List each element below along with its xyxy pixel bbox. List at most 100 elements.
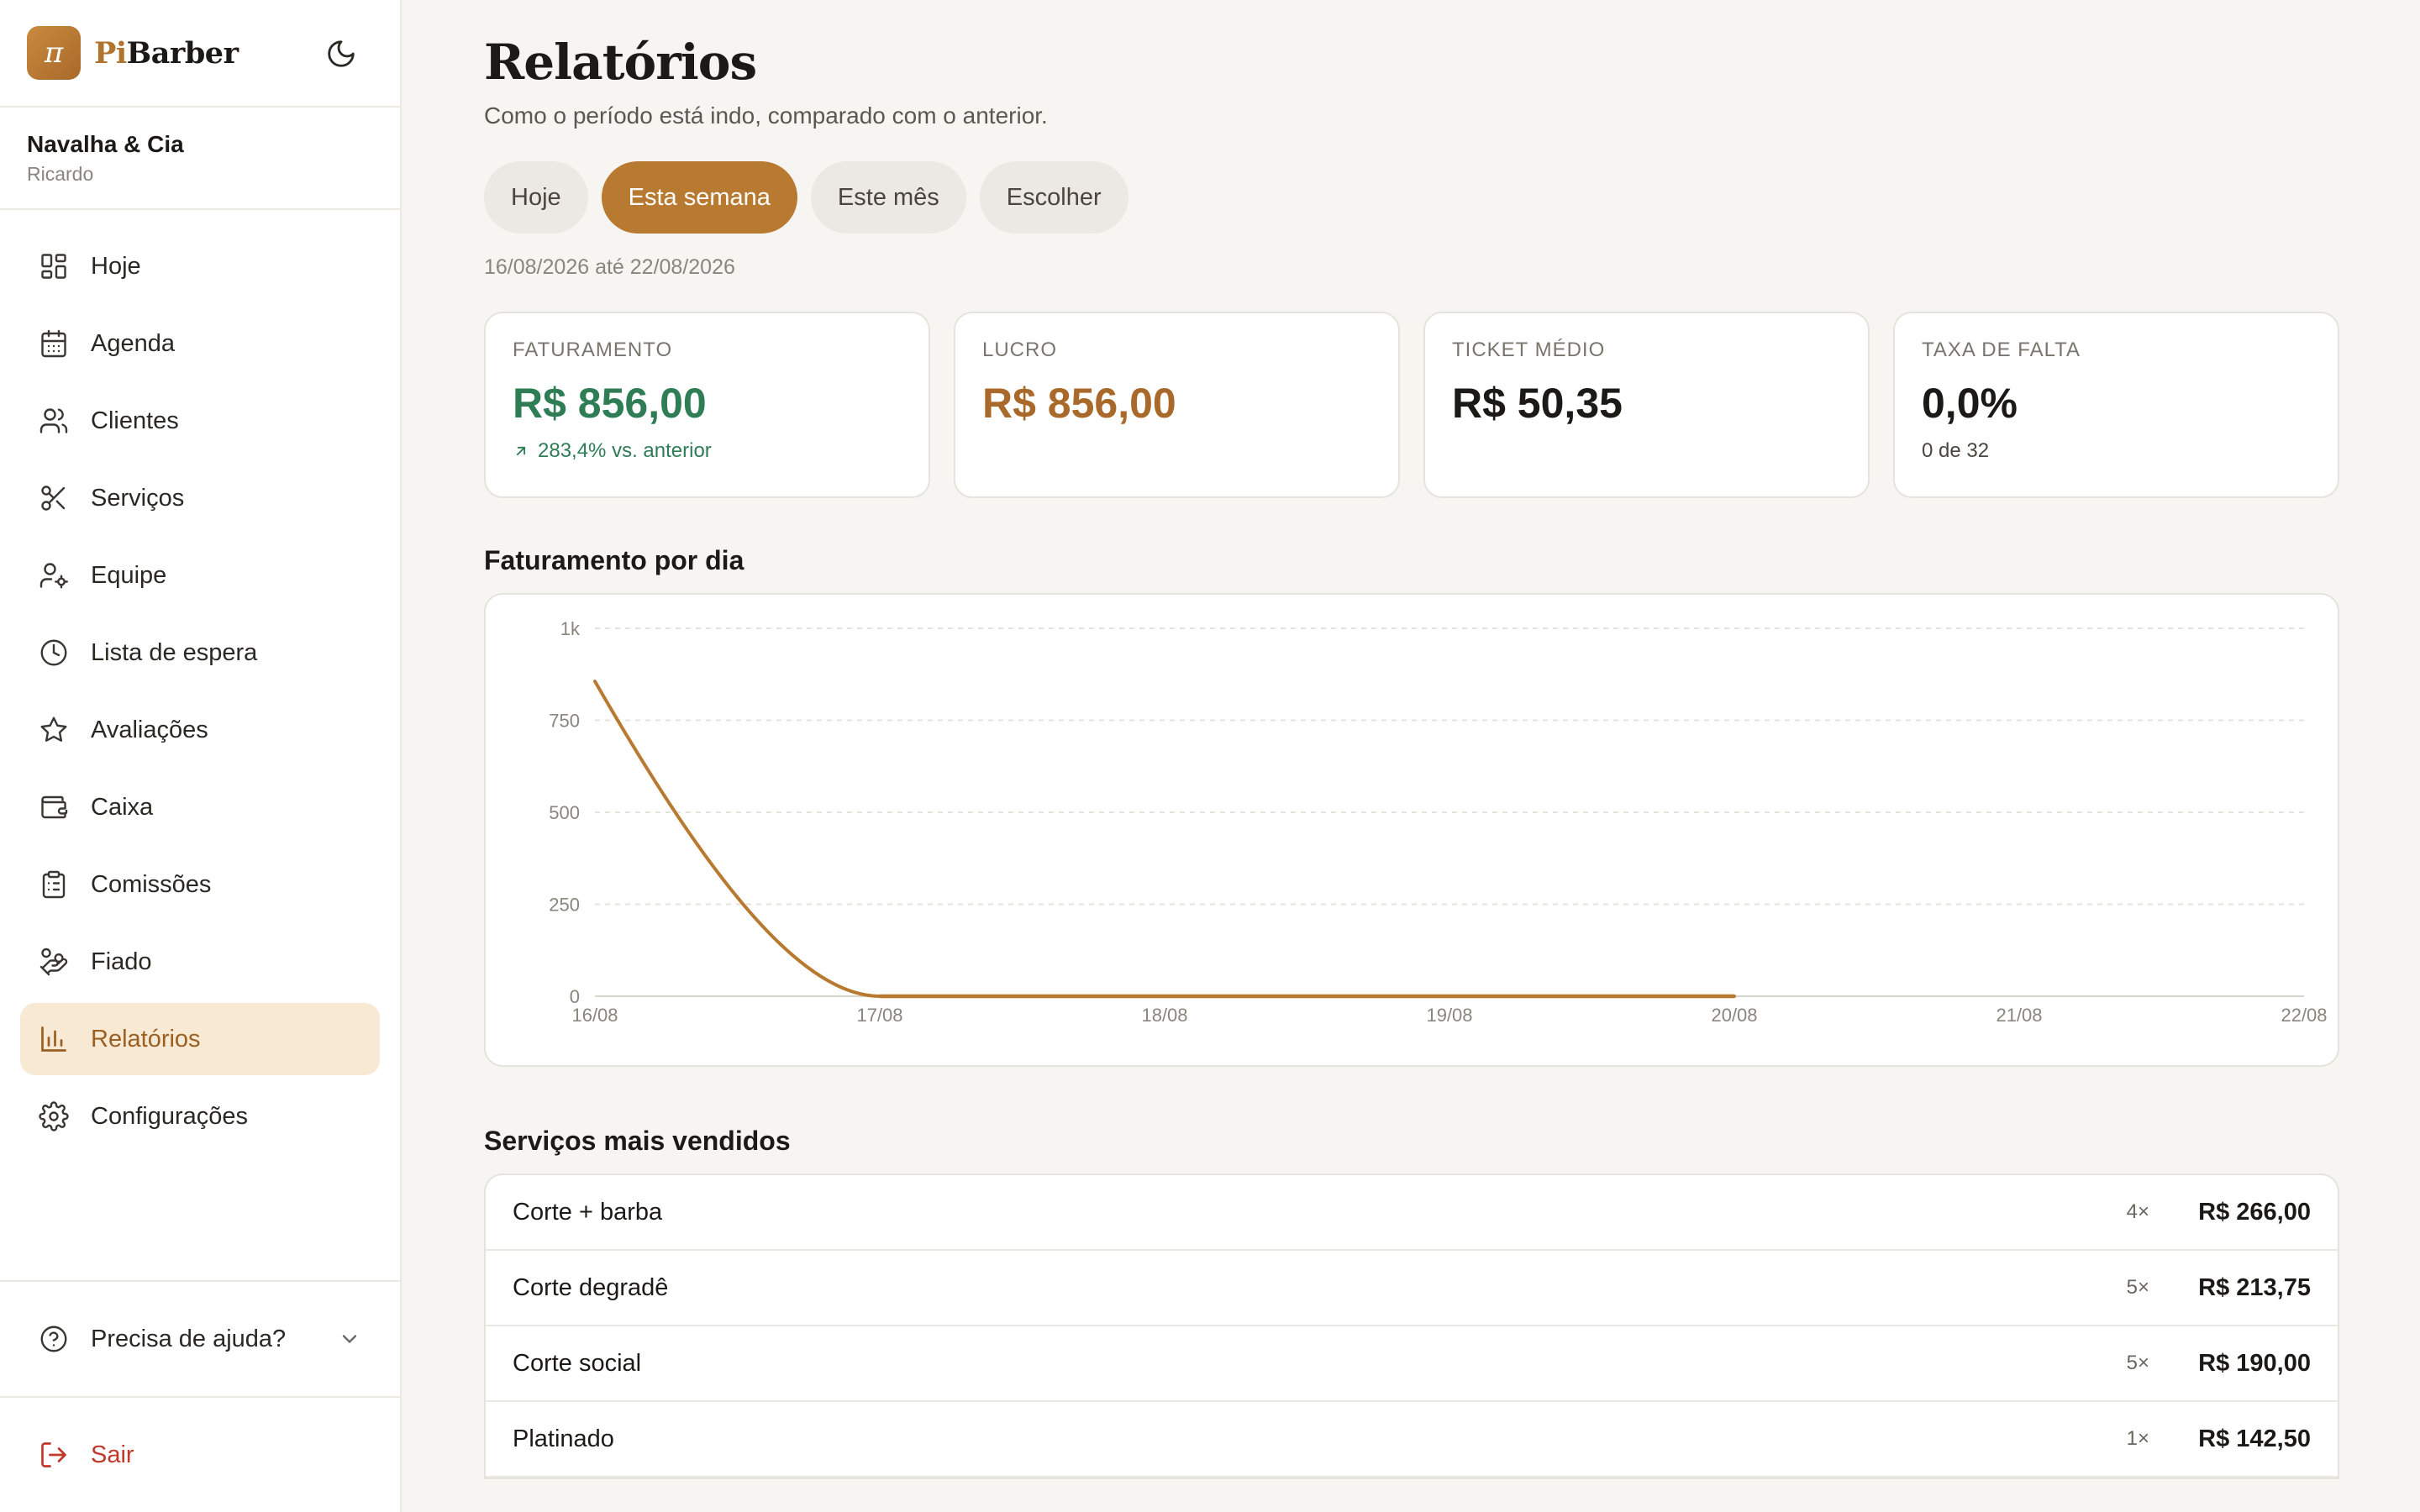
shop-info: Navalha & Cia Ricardo [0, 108, 400, 210]
sidebar-item-relatorios[interactable]: Relatórios [20, 1003, 380, 1075]
kpi-label: LUCRO [982, 339, 1058, 361]
service-qty: 4× [2126, 1200, 2149, 1223]
sidebar-item-servicos[interactable]: Serviços [20, 462, 380, 534]
sidebar-item-comissoes[interactable]: Comissões [20, 848, 380, 921]
sidebar-item-label: Hoje [91, 252, 141, 280]
sidebar-item-label: Avaliações [91, 716, 208, 743]
sidebar-item-lista-de-espera[interactable]: Lista de espera [20, 617, 380, 689]
y-tick-label: 250 [549, 895, 580, 916]
wallet-icon [41, 795, 68, 819]
table-row: Corte degradê 5× R$ 213,75 [486, 1251, 2338, 1326]
logout-button[interactable]: Sair [0, 1396, 400, 1512]
x-tick-label: 19/08 [1426, 1005, 1472, 1026]
sidebar-item-caixa[interactable]: Caixa [20, 771, 380, 843]
brand-logo[interactable]: π [27, 26, 81, 80]
sidebar-item-hoje[interactable]: Hoje [20, 230, 380, 302]
table-row: Corte social 5× R$ 190,00 [486, 1326, 2338, 1402]
hand-coins-icon [39, 948, 68, 976]
sidebar-item-equipe[interactable]: Equipe [20, 539, 380, 612]
sidebar-item-fiado[interactable]: Fiado [20, 926, 380, 998]
gear-icon [39, 1101, 69, 1131]
sidebar-item-clientes[interactable]: Clientes [20, 385, 380, 457]
sidebar-item-label: Caixa [91, 793, 154, 821]
tab-escolher[interactable]: Escolher [979, 161, 1128, 234]
kpi-note: 0 de 32 [1922, 439, 1990, 462]
sidebar-item-configuracoes[interactable]: Configurações [20, 1080, 380, 1152]
revenue-chart-card: 0 250 500 750 1k 16/08 17/08 18/08 19/08 20/08 21/… [484, 593, 2339, 1067]
moon-icon [328, 40, 355, 67]
service-qty: 5× [2126, 1276, 2149, 1299]
brand-name[interactable]: PiBarber [94, 36, 239, 71]
page-title: Relatórios [484, 34, 757, 91]
sidebar-item-label: Equipe [91, 561, 167, 589]
chart-title: Faturamento por dia [484, 545, 744, 575]
service-name: Corte degradê [513, 1273, 669, 1301]
scissors-icon [41, 486, 66, 511]
kpi-value: R$ 50,35 [1452, 380, 1623, 427]
sidebar-item-label: Agenda [91, 329, 175, 357]
sidebar-item-label: Relatórios [91, 1025, 201, 1053]
bar-chart-icon [41, 1026, 66, 1052]
services-title: Serviços mais vendidos [484, 1126, 791, 1156]
x-tick-label: 20/08 [1711, 1005, 1757, 1026]
user-cog-icon [39, 563, 68, 589]
x-tick-label: 18/08 [1141, 1005, 1187, 1026]
service-name: Platinado [513, 1425, 614, 1452]
y-tick-label: 1k [560, 618, 581, 639]
sidebar-item-label: Clientes [91, 407, 179, 434]
brand-header: π PiBarber [0, 0, 400, 108]
kpi-value: R$ 856,00 [513, 380, 707, 427]
kpi-label: TICKET MÉDIO [1452, 339, 1606, 361]
kpi-label: FATURAMENTO [513, 339, 673, 361]
help-label: Precisa de ajuda? [91, 1325, 287, 1352]
arrow-up-right-icon [516, 446, 526, 456]
dashboard-icon [41, 254, 66, 279]
tab-este-mes[interactable]: Este mês [810, 161, 966, 234]
kpi-card-lucro: LUCRO R$ 856,00 [954, 312, 1400, 498]
shop-name: Navalha & Cia [27, 131, 184, 157]
kpi-value: 0,0% [1922, 380, 2018, 427]
shop-user: Ricardo [27, 163, 94, 185]
x-tick-label: 16/08 [571, 1005, 618, 1026]
sidebar-item-label: Fiado [91, 948, 152, 975]
service-name: Corte social [513, 1349, 642, 1377]
users-icon [39, 408, 68, 433]
sidebar-item-agenda[interactable]: Agenda [20, 307, 380, 380]
sidebar-item-label: Comissões [91, 870, 212, 898]
kpi-value: R$ 856,00 [982, 380, 1176, 427]
x-tick-label: 21/08 [1996, 1005, 2042, 1026]
brand-name-prefix: Pi [94, 35, 127, 71]
service-amount: R$ 266,00 [2198, 1198, 2311, 1226]
sidebar-nav: Hoje Agenda Clientes Serviços Equipe Lis… [0, 210, 400, 1152]
help-toggle[interactable]: Precisa de ajuda? [0, 1280, 400, 1396]
services-table: Corte + barba 4× R$ 266,00 Corte degradê… [484, 1173, 2339, 1479]
period-tabs: Hoje Esta semana Este mês Escolher [484, 161, 2339, 234]
revenue-line-chart: 02505007501k16/08 17/08 18/08 19/08 20/08 21/… [549, 618, 2327, 1026]
calendar-icon [41, 329, 66, 358]
tab-hoje[interactable]: Hoje [484, 161, 588, 234]
x-tick-label: 17/08 [856, 1005, 902, 1026]
sidebar-item-avaliacoes[interactable]: Avaliações [20, 694, 380, 766]
sidebar-item-label: Serviços [91, 484, 185, 512]
service-qty: 1× [2126, 1427, 2149, 1450]
sidebar-bottom: Precisa de ajuda? Sair [0, 1280, 400, 1512]
kpi-cards: FATURAMENTO R$ 856,00 283,4% vs. anterio… [484, 312, 2339, 498]
logout-icon [41, 1442, 66, 1467]
theme-toggle-button[interactable] [324, 37, 358, 71]
kpi-card-faturamento: FATURAMENTO R$ 856,00 283,4% vs. anterio… [484, 312, 930, 498]
main-content: Relatórios Como o período está indo, com… [484, 0, 2339, 1479]
tab-esta-semana[interactable]: Esta semana [601, 161, 797, 234]
logout-label: Sair [91, 1441, 134, 1468]
kpi-card-ticket-medio: TICKET MÉDIO R$ 50,35 [1423, 312, 1870, 498]
service-qty: 5× [2126, 1352, 2149, 1374]
page-subtitle: Como o período está indo, comparado com … [484, 102, 1048, 129]
table-row: Corte + barba 4× R$ 266,00 [486, 1175, 2338, 1251]
clock-icon [40, 639, 67, 666]
help-circle-icon [40, 1326, 67, 1352]
x-tick-label: 22/08 [2281, 1005, 2327, 1026]
service-amount: R$ 213,75 [2198, 1273, 2311, 1301]
y-tick-label: 500 [549, 802, 580, 823]
date-range: 16/08/2026 até 22/08/2026 [484, 255, 735, 279]
service-amount: R$ 142,50 [2198, 1425, 2311, 1452]
chevron-down-icon [342, 1335, 357, 1344]
